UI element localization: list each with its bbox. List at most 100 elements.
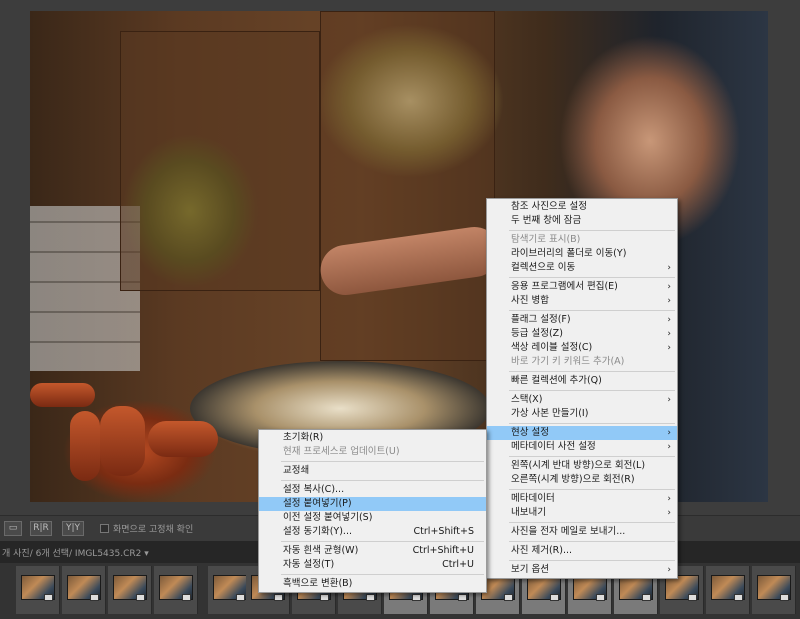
menu-separator [509,541,675,542]
menu-item[interactable]: 자동 흰색 균형(W) Ctrl+Shift+U [259,544,486,558]
menu-separator [509,489,675,490]
menu-item[interactable]: 라이브러리의 폴더로 이동(Y) [487,247,677,261]
menu-item[interactable]: 사진 병합 › [487,294,677,308]
menu-item-label: 사진을 전자 메일로 보내기... [511,526,626,537]
before-after-lr-button[interactable]: R|R [30,521,52,536]
edited-badge-icon [320,594,329,601]
chevron-right-icon: › [667,565,671,575]
menu-item[interactable]: 응용 프로그램에서 편집(E) › [487,280,677,294]
menu-item-label: 사진 제거(R)... [511,545,573,556]
menu-item[interactable]: 보기 옵션 › [487,563,677,577]
edited-badge-icon [182,594,191,601]
chevron-right-icon: › [667,508,671,518]
menu-item: 현재 프로세스로 업데이트(U) [259,445,486,459]
edited-badge-icon [274,594,283,601]
chevron-right-icon: › [667,282,671,292]
photo-context-menu: 참조 사진으로 설정두 번째 창에 잠금탐색기로 표시(B) 라이브러리의 폴더로… [486,198,678,579]
filmstrip-thumbnail[interactable] [108,566,152,614]
menu-item[interactable]: 왼쪽(시계 반대 방향)으로 회전(L) [487,459,677,473]
menu-item[interactable]: 메타데이터 사전 설정 › [487,440,677,454]
photo-shelf-right [320,11,495,361]
photo-sausage [148,421,218,457]
menu-item: 탐색기로 표시(B) [487,233,677,247]
photo-sausage [30,383,95,407]
menu-item[interactable]: 내보내기 › [487,506,677,520]
menu-item[interactable]: 메타데이터 › [487,492,677,506]
menu-item-label: 탐색기로 표시(B) [511,234,581,245]
menu-item[interactable]: 설정 복사(C)... [259,483,486,497]
menu-item-label: 자동 설정(T) [283,559,335,570]
before-after-tb-button[interactable]: Y|Y [62,521,84,536]
menu-separator [509,423,675,424]
filmstrip-thumbnail[interactable] [62,566,106,614]
menu-item-shortcut: Ctrl+U [442,559,474,570]
menu-item[interactable]: 흑백으로 변환(B) [259,577,486,591]
menu-item[interactable]: 플래그 설정(F) › [487,313,677,327]
menu-item-label: 참조 사진으로 설정 [511,201,587,212]
chevron-right-icon: › [667,263,671,273]
menu-item-label: 오른쪽(시계 방향)으로 회전(R) [511,474,635,485]
filmstrip-thumbnail[interactable] [154,566,198,614]
menu-item[interactable]: 등급 설정(Z) › [487,327,677,341]
menu-item-label: 빠른 컬렉션에 추가(Q) [511,375,602,386]
menu-item[interactable]: 이전 설정 붙여넣기(S) [259,511,486,525]
menu-item[interactable]: 현상 설정 › [487,426,677,440]
menu-separator [509,310,675,311]
chevron-right-icon: › [667,315,671,325]
menu-item-label: 내보내기 [511,507,546,518]
menu-item[interactable]: 컬렉션으로 이동 › [487,261,677,275]
filmstrip-thumbnail[interactable] [16,566,60,614]
loupe-view-button[interactable]: ▭ [4,521,22,536]
menu-item[interactable]: 설정 붙여넣기(P) [259,497,486,511]
menu-item-label: 자동 흰색 균형(W) [283,545,359,556]
menu-item[interactable]: 사진을 전자 메일로 보내기... [487,525,677,539]
menu-item[interactable]: 색상 레이블 설정(C) › [487,341,677,355]
edited-badge-icon [688,594,697,601]
menu-item[interactable]: 설정 동기화(Y)... Ctrl+Shift+S [259,525,486,539]
edited-badge-icon [642,594,651,601]
edited-badge-icon [596,594,605,601]
develop-settings-submenu: 초기화(R) 현재 프로세스로 업데이트(U) 교정쇄설정 복사(C)... 설정 붙… [258,429,487,593]
menu-item[interactable]: 자동 설정(T) Ctrl+U [259,558,486,572]
filmstrip-status[interactable]: 개 사진/ 6개 선택/ IMGL5435.CR2 ▾ [2,546,149,559]
menu-item-label: 교정쇄 [283,465,310,476]
menu-item-label: 스택(X) [511,394,543,405]
menu-item[interactable]: 참조 사진으로 설정 [487,200,677,214]
menu-item-label: 플래그 설정(F) [511,314,571,325]
menu-item[interactable]: 두 번째 창에 잠금 [487,214,677,228]
menu-separator [281,461,484,462]
menu-item[interactable]: 초기화(R) [259,431,486,445]
chevron-right-icon: › [667,428,671,438]
edited-badge-icon [236,594,245,601]
chevron-right-icon: › [667,442,671,452]
edited-badge-icon [136,594,145,601]
menu-item-label: 설정 복사(C)... [283,484,345,495]
lightroom-develop-window: ▭ R|R Y|Y 화면으로 고정채 확인 개 사진/ 6개 선택/ IMGL5… [0,0,800,619]
chevron-right-icon: › [667,343,671,353]
menu-item: 바로 가기 키 키워드 추가(A) [487,355,677,369]
filmstrip-thumbnail[interactable] [706,566,750,614]
menu-item[interactable]: 사진 제거(R)... [487,544,677,558]
photo-shelf-left [120,31,320,291]
menu-item-label: 가상 사본 만들기(I) [511,408,589,419]
menu-item[interactable]: 빠른 컬렉션에 추가(Q) [487,374,677,388]
edited-badge-icon [412,594,421,601]
photo-sausage [100,406,145,476]
filmstrip-thumbnail[interactable] [752,566,796,614]
edited-badge-icon [550,594,559,601]
menu-separator [509,277,675,278]
edited-badge-icon [90,594,99,601]
softproof-checkbox[interactable] [100,524,109,533]
photo-sausage [70,411,100,481]
menu-item[interactable]: 오른쪽(시계 방향)으로 회전(R) [487,473,677,487]
edited-badge-icon [366,594,375,601]
menu-separator [509,230,675,231]
edited-badge-icon [44,594,53,601]
menu-item[interactable]: 스택(X) › [487,393,677,407]
chevron-right-icon: › [667,329,671,339]
menu-separator [281,480,484,481]
menu-item[interactable]: 교정쇄 [259,464,486,478]
menu-item-label: 설정 동기화(Y)... [283,526,352,537]
menu-item[interactable]: 가상 사본 만들기(I) [487,407,677,421]
menu-item-label: 응용 프로그램에서 편집(E) [511,281,618,292]
